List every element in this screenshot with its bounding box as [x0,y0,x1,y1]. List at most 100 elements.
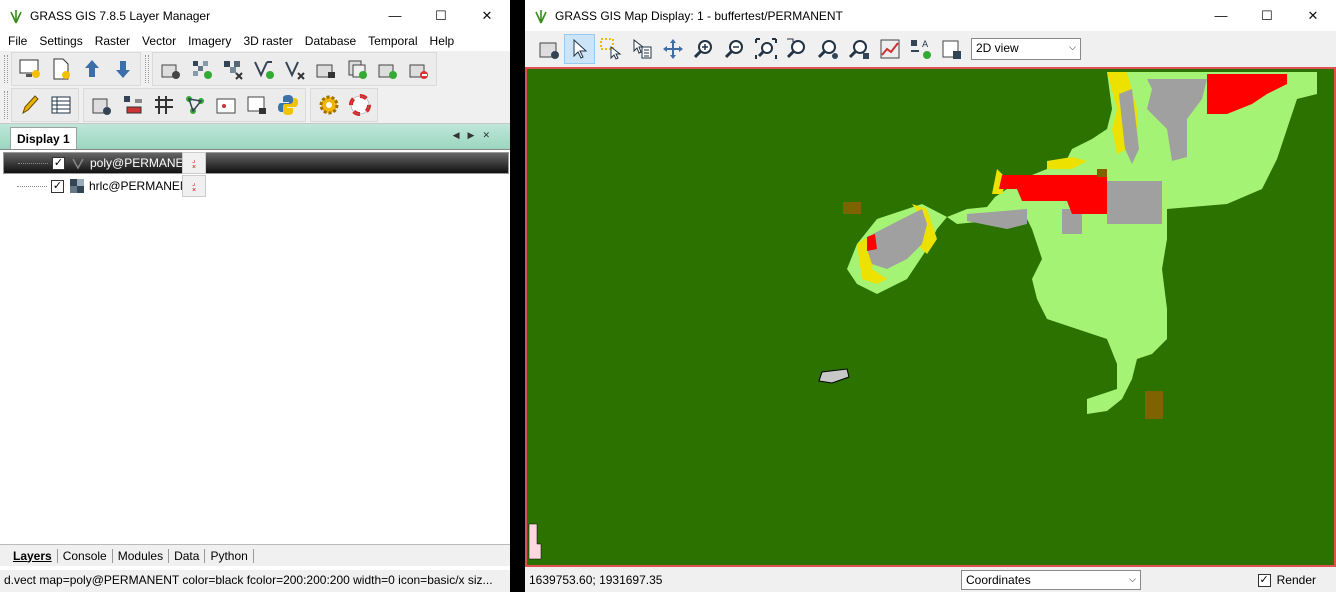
help-button[interactable] [344,90,375,120]
maximize-icon[interactable]: ☐ [418,0,464,31]
map-display-window: GRASS GIS Map Display: 1 - buffertest/PE… [525,0,1336,592]
menu-file[interactable]: File [2,34,33,48]
modules-toolbar-group [83,88,306,122]
toolbar-grip[interactable] [4,55,8,83]
tools-toolbar-group [11,88,79,122]
upload-icon [84,60,99,77]
georectifier-button[interactable] [86,90,117,120]
python-shell-button[interactable] [272,90,303,120]
layer-opacity-control[interactable]: ⌟ × [182,152,206,174]
menu-bar: File Settings Raster Vector Imagery 3D r… [0,31,510,51]
chevron-down-icon: ⌵ [1129,574,1136,584]
map-swipe-button[interactable] [241,90,272,120]
window-title: GRASS GIS 7.8.5 Layer Manager [30,8,211,23]
menu-database[interactable]: Database [299,34,362,48]
add-vector-misc-button[interactable] [279,54,310,84]
view-mode-value: 2D view [976,41,1019,55]
lifebuoy-icon [348,94,371,116]
table-icon [51,96,70,114]
zoom-region-button[interactable] [843,34,874,64]
menu-3d-raster[interactable]: 3D raster [237,34,298,48]
window-title: GRASS GIS Map Display: 1 - buffertest/PE… [555,8,843,23]
add-overlay-button[interactable] [310,54,341,84]
zoom-options-button[interactable] [812,34,843,64]
minimize-icon[interactable]: — [372,0,418,31]
maximize-icon[interactable]: ☐ [1244,0,1290,31]
layer-row-poly[interactable]: ✓ poly@PERMANENT [3,152,509,174]
grid-button[interactable] [148,90,179,120]
render-checkbox[interactable]: ✓ [1257,573,1271,587]
query-button[interactable] [626,34,657,64]
tab-data[interactable]: Data [169,548,206,563]
view-mode-select[interactable]: 2D view ⌵ [971,38,1081,60]
pointer-button[interactable] [564,34,595,64]
tab-scroll-arrows[interactable]: ◀▶✕ [453,130,498,141]
menu-help[interactable]: Help [424,34,461,48]
analyze-button[interactable] [874,34,905,64]
remove-layer-button[interactable] [403,54,434,84]
layer-opacity-control[interactable]: ⌟ × [182,175,206,197]
add-raster-button[interactable] [186,54,217,84]
menu-imagery[interactable]: Imagery [182,34,237,48]
close-icon[interactable]: ✕ [1290,0,1336,31]
statusbar-mode-select[interactable]: Coordinates ⌵ [961,570,1141,590]
display-notebook-bar: Display 1 ◀▶✕ [0,123,510,150]
map-display-titlebar[interactable]: GRASS GIS Map Display: 1 - buffertest/PE… [525,0,1336,31]
raster-misc-icon [223,61,243,80]
zoom-out-icon [724,40,743,59]
minimize-icon[interactable]: — [1198,0,1244,31]
close-icon[interactable]: ✕ [464,0,510,31]
map-raster [527,69,1334,565]
zoom-back-button[interactable] [781,34,812,64]
statusbar-mode-value: Coordinates [966,573,1031,587]
digitizer-button[interactable] [14,90,45,120]
tab-console[interactable]: Console [58,548,113,563]
cartographic-composer-button[interactable] [210,90,241,120]
network-button[interactable] [179,90,210,120]
layer-manager-window: GRASS GIS 7.8.5 Layer Manager — ☐ ✕ File… [0,0,510,592]
render-map-button[interactable] [533,34,564,64]
grid-icon [154,96,173,114]
attribute-table-button[interactable] [45,90,76,120]
render-checkbox-wrap[interactable]: ✓ Render [1257,573,1316,587]
vector-add-icon [253,61,274,79]
menu-raster[interactable]: Raster [89,34,136,48]
layer-visibility-checkbox[interactable]: ✓ [51,179,64,193]
add-vector-button[interactable] [248,54,279,84]
pan-button[interactable] [657,34,688,64]
select-button[interactable] [595,34,626,64]
add-raster-misc-button[interactable] [217,54,248,84]
tab-display-1[interactable]: Display 1 [10,127,77,150]
tab-layers[interactable]: Layers [8,548,58,563]
toolbar-grip[interactable] [4,91,8,119]
menu-vector[interactable]: Vector [136,34,182,48]
tab-modules[interactable]: Modules [113,548,170,563]
zoom-out-button[interactable] [719,34,750,64]
new-workspace-button[interactable] [45,54,76,84]
add-group-button[interactable] [341,54,372,84]
graphical-modeler-button[interactable] [117,90,148,120]
download-icon [115,61,130,78]
menu-settings[interactable]: Settings [33,34,88,48]
menu-temporal[interactable]: Temporal [362,34,423,48]
open-workspace-button[interactable] [76,54,107,84]
zoom-extent-button[interactable] [750,34,781,64]
save-workspace-button[interactable] [107,54,138,84]
tab-python[interactable]: Python [205,548,254,563]
modeler-icon [123,96,142,114]
map-decorations-button[interactable]: A [905,34,936,64]
layer-row-hrlc[interactable]: ✓ hrlc@PERMANENT [3,175,509,197]
add-map-layers-button[interactable] [155,54,186,84]
new-map-display-button[interactable] [14,54,45,84]
toolbar-grip[interactable] [145,55,149,83]
layer-manager-titlebar[interactable]: GRASS GIS 7.8.5 Layer Manager — ☐ ✕ [0,0,510,31]
layer-visibility-checkbox[interactable]: ✓ [52,156,65,170]
add-layer-misc-button[interactable] [372,54,403,84]
settings-button[interactable] [313,90,344,120]
zoom-in-button[interactable] [688,34,719,64]
land-cover-red [1002,175,1027,181]
save-display-button[interactable] [936,34,967,64]
decorations-icon: A [910,40,931,59]
pan-icon [662,39,683,59]
map-canvas[interactable] [525,67,1336,567]
